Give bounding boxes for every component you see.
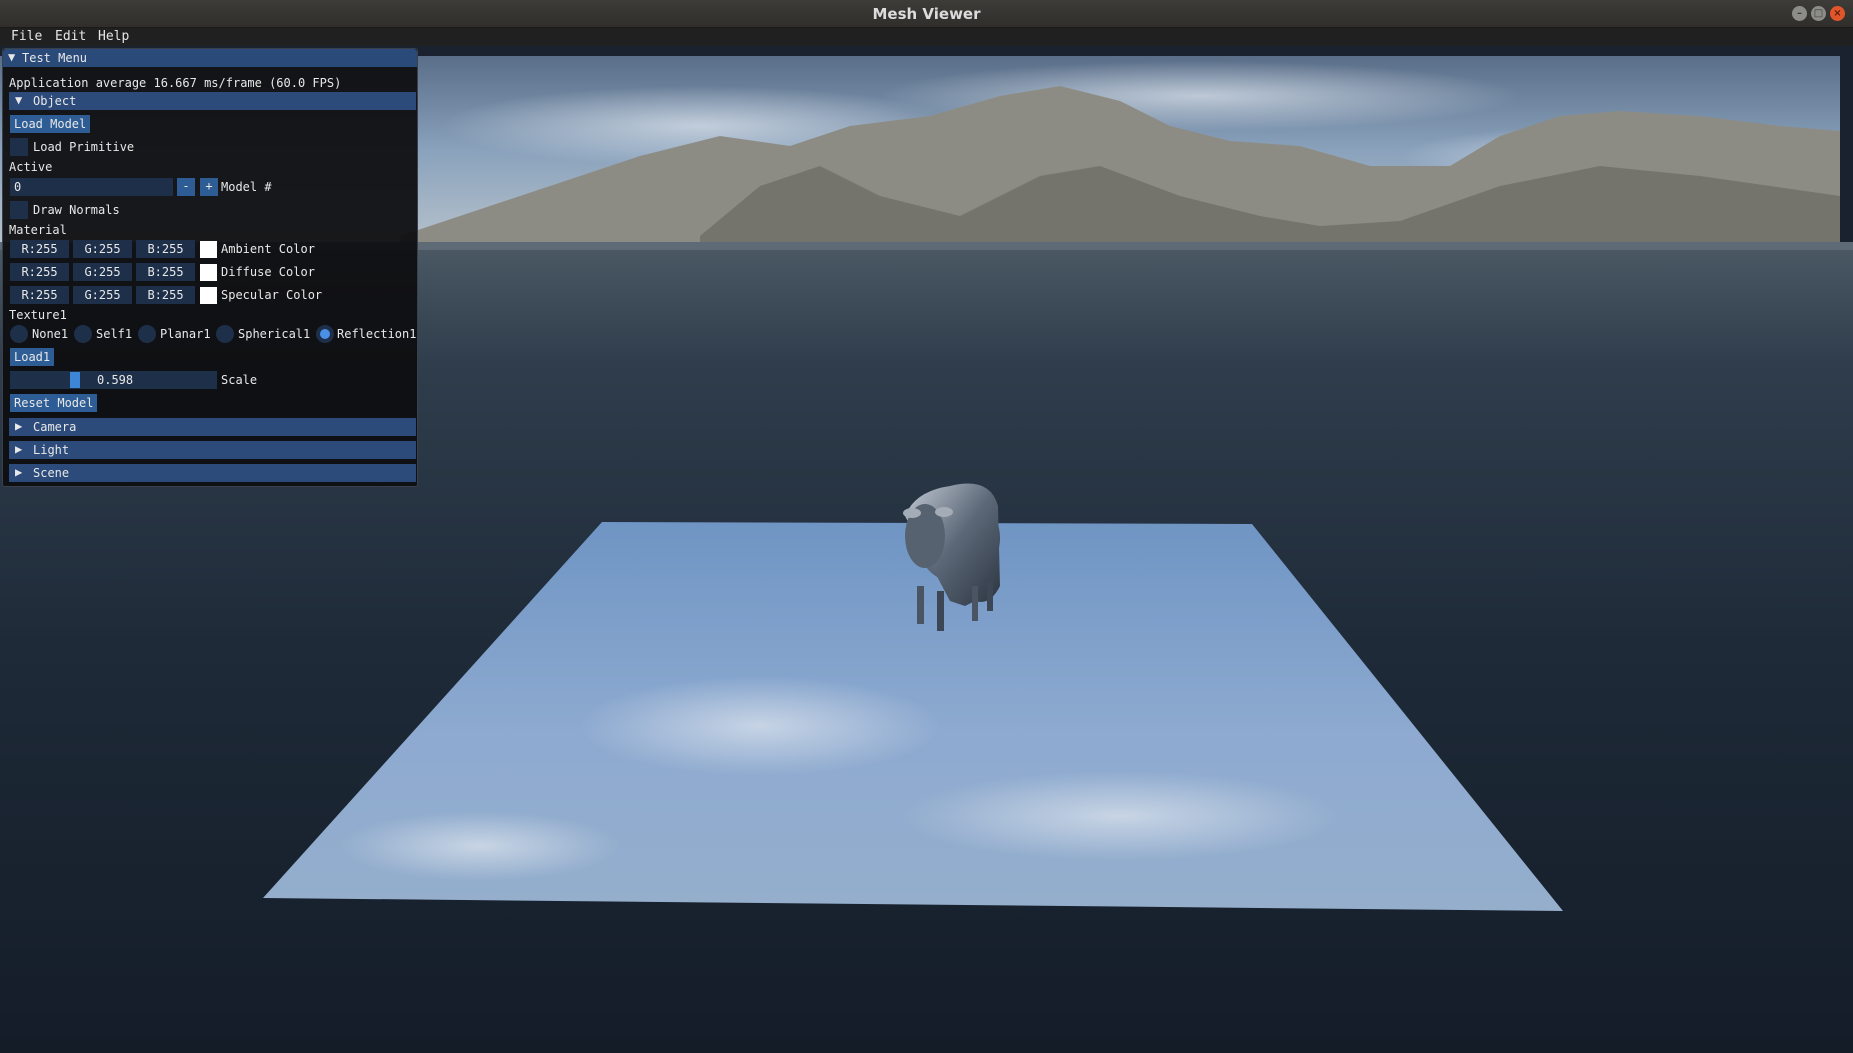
- header-object[interactable]: ▼ Object: [9, 92, 416, 110]
- fps-text: Application average 16.667 ms/frame (60.…: [9, 76, 342, 90]
- minimize-button[interactable]: –: [1792, 6, 1807, 21]
- radio-planar-label: Planar1: [160, 327, 211, 341]
- scale-value: 0.598: [97, 373, 134, 387]
- plane-cloud-reflection: [900, 771, 1340, 861]
- expanded-arrow-icon: ▼: [15, 93, 23, 107]
- ambient-b-field[interactable]: B:255: [136, 240, 195, 258]
- collapsed-arrow-icon: ▶: [15, 419, 23, 433]
- specular-color-label: Specular Color: [221, 288, 323, 302]
- radio-self-label: Self1: [96, 327, 133, 341]
- increment-button[interactable]: +: [200, 178, 218, 196]
- scale-slider[interactable]: 0.598: [10, 371, 217, 389]
- radio-spherical-label: Spherical1: [238, 327, 311, 341]
- header-object-label: Object: [33, 94, 77, 108]
- slider-grab-handle[interactable]: [70, 372, 80, 388]
- window-titlebar[interactable]: Mesh Viewer – □ ×: [0, 0, 1853, 28]
- load-primitive-label: Load Primitive: [33, 140, 135, 154]
- radio-none[interactable]: [10, 325, 28, 343]
- radio-none-label: None1: [32, 327, 69, 341]
- header-light-label: Light: [33, 443, 70, 457]
- test-menu-panel[interactable]: ▼ Test Menu Application average 16.667 m…: [2, 48, 418, 487]
- radio-spherical[interactable]: [216, 325, 234, 343]
- load-model-button[interactable]: Load Model: [10, 115, 91, 133]
- diffuse-r-field[interactable]: R:255: [10, 263, 69, 281]
- decrement-button[interactable]: -: [177, 178, 195, 196]
- menu-edit[interactable]: Edit: [55, 29, 86, 44]
- window-title: Mesh Viewer: [872, 5, 981, 23]
- specular-color-swatch[interactable]: [200, 287, 217, 304]
- collapsed-arrow-icon: ▶: [15, 442, 23, 456]
- radio-planar[interactable]: [138, 325, 156, 343]
- diffuse-g-field[interactable]: G:255: [73, 263, 132, 281]
- menu-file[interactable]: File: [11, 29, 42, 44]
- model-number-value: 0: [14, 180, 22, 194]
- draw-normals-label: Draw Normals: [33, 203, 120, 217]
- diffuse-color-swatch[interactable]: [200, 264, 217, 281]
- header-scene[interactable]: ▶ Scene: [9, 464, 416, 482]
- ambient-color-label: Ambient Color: [221, 242, 315, 256]
- radio-reflection-label: Reflection1: [337, 327, 417, 341]
- header-light[interactable]: ▶ Light: [9, 441, 416, 459]
- scale-label: Scale: [221, 373, 258, 387]
- collapse-arrow-icon[interactable]: ▼: [8, 50, 15, 64]
- plane-cloud-reflection: [340, 811, 620, 881]
- model-number-label: Model #: [221, 180, 272, 194]
- header-scene-label: Scene: [33, 466, 70, 480]
- reset-model-button[interactable]: Reset Model: [10, 394, 98, 412]
- specular-g-field[interactable]: G:255: [73, 286, 132, 304]
- texture-label: Texture1: [9, 308, 67, 322]
- ambient-g-field[interactable]: G:255: [73, 240, 132, 258]
- diffuse-color-label: Diffuse Color: [221, 265, 315, 279]
- close-button[interactable]: ×: [1830, 6, 1845, 21]
- menubar: File Edit Help: [0, 28, 1853, 46]
- panel-titlebar[interactable]: ▼ Test Menu: [3, 49, 417, 67]
- ambient-color-swatch[interactable]: [200, 241, 217, 258]
- maximize-button[interactable]: □: [1811, 6, 1826, 21]
- menu-help[interactable]: Help: [98, 29, 129, 44]
- plane-cloud-reflection: [580, 676, 940, 776]
- load-primitive-checkbox[interactable]: [10, 138, 28, 156]
- material-label: Material: [9, 223, 67, 237]
- draw-normals-checkbox[interactable]: [10, 201, 28, 219]
- specular-r-field[interactable]: R:255: [10, 286, 69, 304]
- panel-title: Test Menu: [22, 51, 88, 65]
- diffuse-b-field[interactable]: B:255: [136, 263, 195, 281]
- load1-button[interactable]: Load1: [10, 348, 55, 366]
- collapsed-arrow-icon: ▶: [15, 465, 23, 479]
- active-label: Active: [9, 160, 53, 174]
- radio-reflection[interactable]: [316, 325, 334, 343]
- specular-b-field[interactable]: B:255: [136, 286, 195, 304]
- radio-self[interactable]: [74, 325, 92, 343]
- ambient-r-field[interactable]: R:255: [10, 240, 69, 258]
- header-camera-label: Camera: [33, 420, 77, 434]
- model-number-input[interactable]: 0: [10, 178, 173, 196]
- header-camera[interactable]: ▶ Camera: [9, 418, 416, 436]
